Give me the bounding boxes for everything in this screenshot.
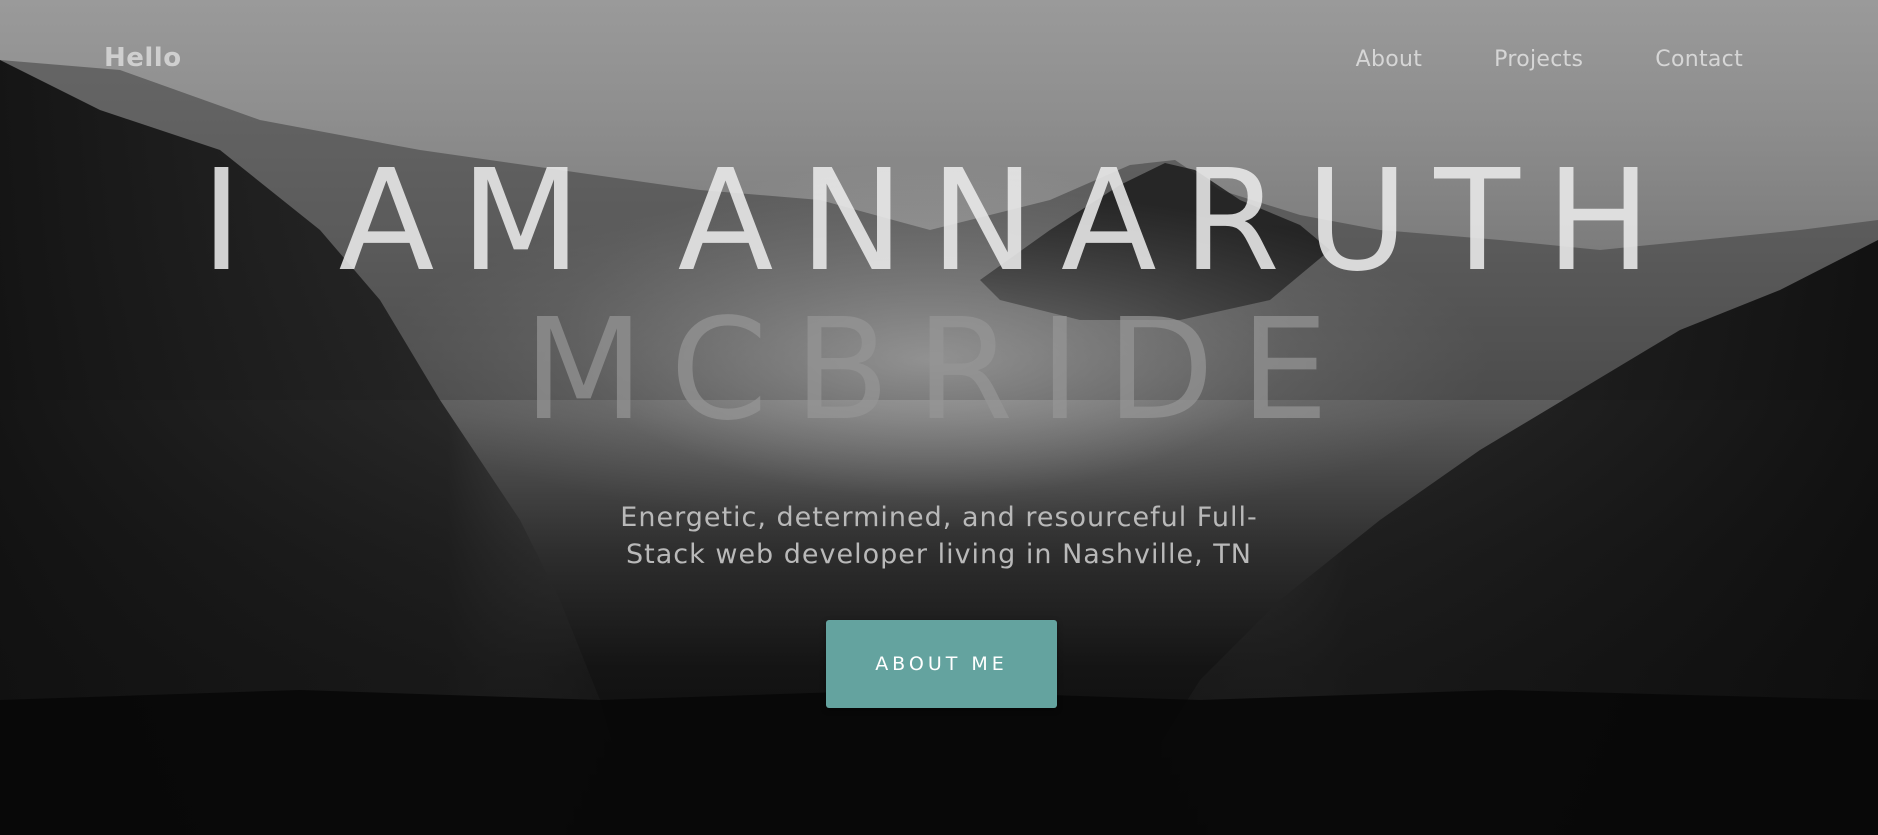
hero-tagline-line1: Energetic, determined, and resourceful F… xyxy=(620,502,1258,533)
hero-headline-line1: I AM ANNARUTH xyxy=(200,140,1678,303)
top-navbar: Hello About Projects Contact xyxy=(0,0,1878,124)
hero-headline: I AM ANNARUTH MCBRIDE xyxy=(0,148,1878,446)
hero-tagline: Energetic, determined, and resourceful F… xyxy=(589,499,1289,573)
hero-tagline-line2: Stack web developer living in Nashville,… xyxy=(626,539,1252,570)
hero-headline-line2: MCBRIDE xyxy=(523,289,1355,452)
about-me-button[interactable]: ABOUT ME xyxy=(826,620,1057,708)
nav-link-contact[interactable]: Contact xyxy=(1655,47,1743,72)
nav-link-projects[interactable]: Projects xyxy=(1494,47,1583,72)
brand-logo-link[interactable]: Hello xyxy=(104,43,182,73)
hero-section: Hello About Projects Contact I AM ANNARU… xyxy=(0,0,1878,835)
nav-links: About Projects Contact xyxy=(1356,47,1743,72)
nav-link-about[interactable]: About xyxy=(1356,47,1423,72)
